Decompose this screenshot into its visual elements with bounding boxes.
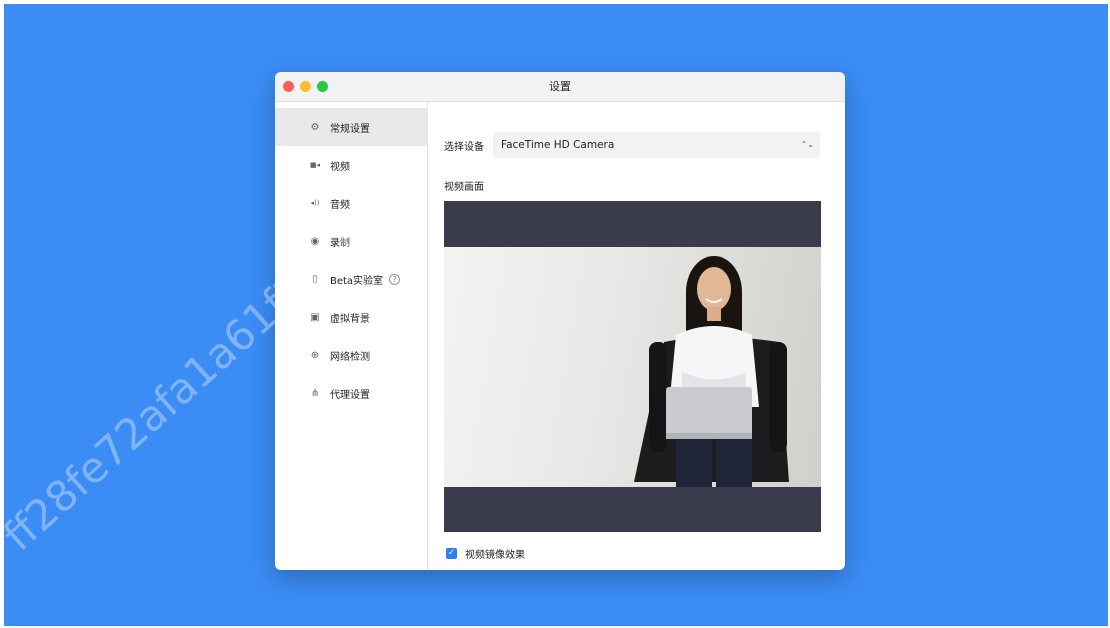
camera-select-value: FaceTime HD Camera: [501, 139, 615, 151]
select-updown-icon: ⌃⌄: [800, 140, 814, 149]
speaker-icon: ◂)): [310, 199, 320, 207]
close-window-button[interactable]: [283, 81, 294, 92]
settings-sidebar: ⚙ 常规设置 ■◂ 视频 ◂)) 音频 ◉ 录制 ▯ Beta实验室 ? ▣ 虚…: [275, 102, 428, 570]
desktop-background: 设置 ⚙ 常规设置 ■◂ 视频 ◂)) 音频 ◉ 录制 ▯ Beta实验室 ? …: [0, 4, 1108, 626]
sidebar-item-network-test[interactable]: ⊕ 网络检测: [275, 336, 427, 374]
lab-icon: ▯: [312, 273, 318, 285]
mirror-checkbox-row[interactable]: ✓ 视频镜像效果: [446, 546, 525, 561]
settings-content: 选择设备 FaceTime HD Camera ⌃⌄ 视频画面 ✓ 视频镜像效果: [429, 102, 845, 570]
minimize-window-button[interactable]: [300, 81, 311, 92]
sidebar-item-virtual-background[interactable]: ▣ 虚拟背景: [275, 298, 427, 336]
device-row: 选择设备 FaceTime HD Camera ⌃⌄: [444, 132, 820, 158]
help-icon[interactable]: ?: [389, 273, 401, 285]
mirror-label: 视频镜像效果: [465, 550, 525, 561]
sidebar-item-audio[interactable]: ◂)) 音频: [275, 184, 427, 222]
sidebar-item-label: 网络检测: [330, 351, 370, 363]
sidebar-item-beta-lab[interactable]: ▯ Beta实验室 ?: [275, 260, 427, 298]
sidebar-item-general[interactable]: ⚙ 常规设置: [275, 108, 427, 146]
camera-select[interactable]: FaceTime HD Camera ⌃⌄: [493, 132, 820, 158]
sidebar-item-label: Beta实验室: [330, 275, 384, 287]
sidebar-item-label: 录制: [330, 237, 350, 249]
preview-label: 视频画面: [444, 182, 484, 193]
person-with-laptop-image: [634, 256, 789, 487]
globe-icon: ⊕: [310, 349, 320, 361]
gear-icon: ⚙: [310, 121, 320, 133]
mirror-checkbox[interactable]: ✓: [446, 548, 457, 559]
device-label: 选择设备: [444, 141, 484, 153]
sidebar-item-label: 常规设置: [330, 123, 370, 135]
portrait-icon: ▣: [310, 311, 320, 323]
sidebar-item-label: 音频: [330, 199, 350, 211]
sidebar-item-video[interactable]: ■◂ 视频: [275, 146, 427, 184]
window-title: 设置: [549, 80, 571, 93]
network-icon: ⋔: [310, 387, 320, 399]
sidebar-item-record[interactable]: ◉ 录制: [275, 222, 427, 260]
settings-window: 设置 ⚙ 常规设置 ■◂ 视频 ◂)) 音频 ◉ 录制 ▯ Beta实验室 ? …: [275, 72, 845, 570]
sidebar-item-label: 视频: [330, 161, 350, 173]
video-preview: [444, 201, 821, 532]
sidebar-item-proxy[interactable]: ⋔ 代理设置: [275, 374, 427, 412]
zoom-window-button[interactable]: [317, 81, 328, 92]
record-icon: ◉: [310, 235, 320, 247]
camera-feed-image: [444, 247, 821, 487]
title-bar: 设置: [275, 72, 845, 102]
sidebar-item-label: 虚拟背景: [330, 313, 370, 325]
sidebar-item-label: 代理设置: [330, 389, 370, 401]
window-controls: [283, 81, 328, 92]
video-camera-icon: ■◂: [309, 161, 321, 169]
